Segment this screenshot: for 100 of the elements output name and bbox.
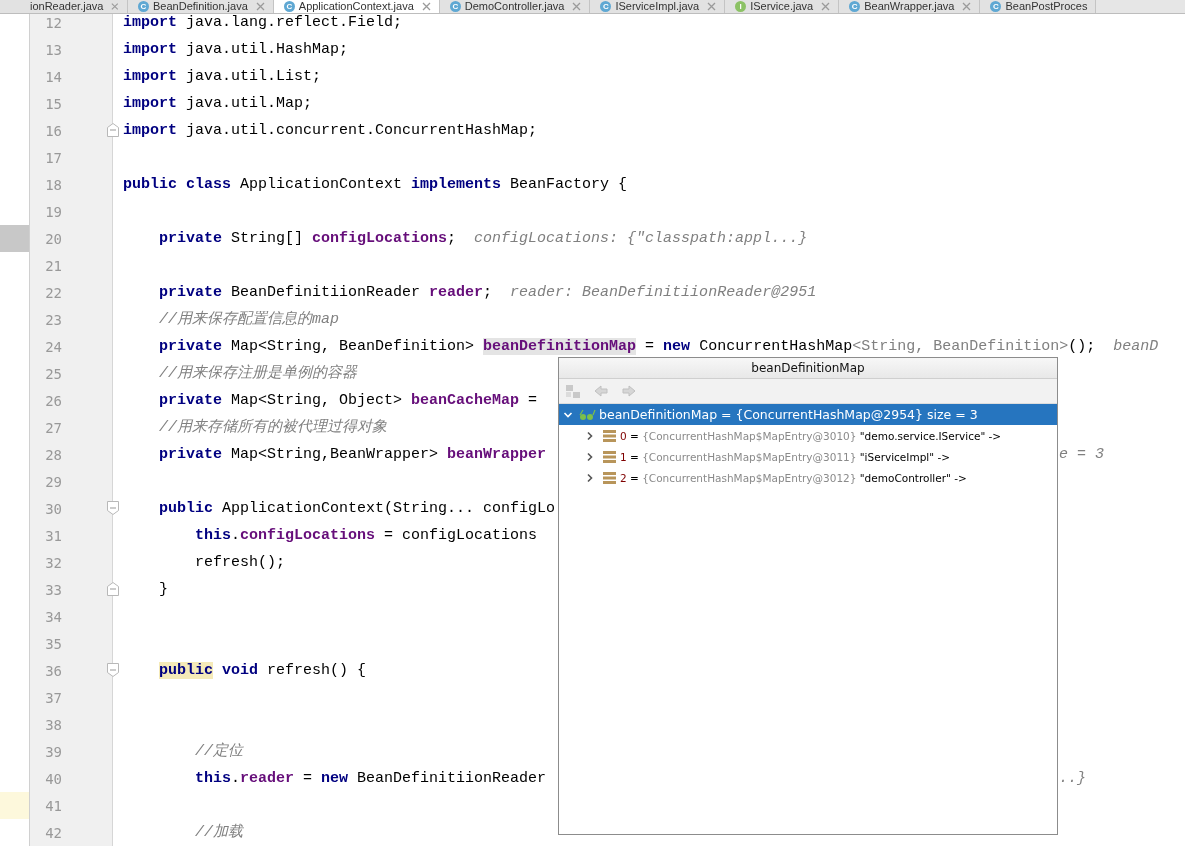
keyword: this (195, 526, 231, 544)
keyword: import (123, 40, 177, 58)
variable-text: 0 = {ConcurrentHashMap$MapEntry@3010} "demo.service.IService" -> (620, 429, 1002, 442)
code-comment: //定位 (195, 742, 243, 760)
line-number: 32 (44, 554, 62, 571)
close-icon[interactable] (707, 2, 717, 11)
line-number: 25 (44, 365, 62, 382)
close-icon[interactable] (255, 2, 265, 11)
line-number: 13 (44, 41, 62, 58)
code-text: java.util.List; (185, 67, 322, 85)
line-number: 39 (44, 743, 62, 760)
code-text: ; (447, 229, 457, 247)
tree-row[interactable]: beanDefinitionMap = {ConcurrentHashMap@2954} size = 3 (559, 404, 1057, 425)
keyword: private (159, 283, 222, 301)
keyword: import (123, 94, 177, 112)
watch-icon (579, 408, 597, 421)
field-name: reader (429, 283, 484, 301)
keyword: void (221, 661, 259, 679)
file-type-icon: C (600, 1, 612, 12)
close-icon[interactable] (821, 2, 831, 11)
type-arguments: <String, BeanDefinition> (852, 337, 1069, 355)
file-type-icon: C (138, 1, 149, 12)
tree-icon[interactable] (565, 383, 581, 399)
fold-icon[interactable] (107, 663, 119, 677)
tree-row[interactable]: 2 = {ConcurrentHashMap$MapEntry@3012} "demoController" -> (559, 467, 1057, 488)
editor-tab[interactable]: C BeanDefinition.java (128, 0, 274, 13)
line-number: 30 (44, 500, 62, 517)
forward-icon[interactable] (621, 383, 637, 399)
line-number: 19 (44, 203, 62, 220)
field-name: beanDefinitionMap (483, 337, 637, 355)
code-text: BeanDefinitiionReader (230, 283, 422, 301)
field-name: configLocations (312, 229, 448, 247)
variable-text: beanDefinitionMap = {ConcurrentHashMap@2954} size = 3 (599, 407, 978, 422)
editor-tab[interactable]: C DemoController.java (439, 0, 591, 13)
close-icon[interactable] (421, 2, 431, 11)
list-icon (603, 471, 616, 484)
keyword: import (123, 67, 177, 85)
file-type-icon: C (283, 1, 295, 12)
variable-text: 2 = {ConcurrentHashMap$MapEntry@3012} "demoController" -> (620, 471, 967, 484)
editor-tab[interactable]: I IService.java (725, 0, 840, 13)
keyword: public (159, 499, 213, 517)
code-text: Map<String, BeanDefinition> (230, 337, 476, 355)
keyword: import (123, 121, 177, 139)
code-comment: //加载 (195, 823, 243, 841)
editor-tab[interactable]: C ApplicationContext.java (273, 0, 440, 13)
code-text: String[] (230, 229, 305, 247)
code-text: java.util.Map; (185, 94, 313, 112)
line-number: 42 (44, 824, 62, 841)
code-text: = (644, 337, 656, 355)
line-number: 40 (44, 770, 62, 787)
code-text: = configLocations (383, 526, 538, 544)
code-text: refresh() { (266, 661, 367, 679)
line-number: 23 (44, 311, 62, 328)
close-icon[interactable] (572, 2, 582, 11)
line-number: 37 (44, 689, 62, 706)
keyword: implements (411, 175, 502, 193)
line-number: 12 (44, 14, 62, 31)
code-text: java.util.concurrent.ConcurrentHashMap; (185, 121, 538, 139)
editor-tab[interactable]: ionReader.java (0, 0, 128, 13)
editor-tab[interactable]: C IServiceImpl.java (590, 0, 726, 13)
fold-icon[interactable] (107, 501, 119, 515)
code-text: Map<String,BeanWrapper> (230, 445, 440, 463)
chevron-icon[interactable] (585, 430, 595, 441)
code-comment: //用来存储所有的被代理过得对象 (159, 418, 387, 436)
code-comment: //用来保存注册是单例的容器 (159, 364, 357, 382)
line-number: 20 (44, 230, 62, 247)
file-type-icon: C (849, 1, 861, 12)
code-text: . (231, 769, 241, 787)
line-number: 33 (44, 581, 62, 598)
tree-row[interactable]: 0 = {ConcurrentHashMap$MapEntry@3010} "demo.service.IService" -> (559, 425, 1057, 446)
keyword: public class (123, 175, 232, 193)
popup-title: beanDefinitionMap (751, 361, 865, 375)
keyword: private (159, 391, 222, 409)
editor-tab[interactable]: C BeanWrapper.java (839, 0, 981, 13)
code-text: BeanDefinitiionReader (356, 769, 547, 787)
file-type-icon: I (735, 1, 747, 12)
fold-icon[interactable] (107, 582, 119, 596)
line-number: 26 (44, 392, 62, 409)
line-number: 18 (44, 176, 62, 193)
line-number: 29 (44, 473, 62, 490)
chevron-icon[interactable] (585, 472, 595, 483)
fold-icon[interactable] (107, 123, 119, 137)
chevron-icon[interactable] (585, 451, 595, 462)
tree-row[interactable]: 1 = {ConcurrentHashMap$MapEntry@3011} "iServiceImpl" -> (559, 446, 1057, 467)
code-comment: //用来保存配置信息的map (159, 310, 339, 328)
editor-tab[interactable]: C BeanPostProces (980, 0, 1097, 13)
keyword: import (123, 13, 177, 31)
code-text: ApplicationContext (239, 175, 404, 193)
field-name: reader (240, 769, 295, 787)
close-icon[interactable] (962, 2, 972, 11)
list-icon (603, 429, 616, 442)
close-icon[interactable] (111, 2, 119, 11)
code-text: Map<String, Object> (230, 391, 404, 409)
file-type-icon: C (990, 1, 1002, 12)
back-icon[interactable] (593, 383, 609, 399)
code-text: java.util.HashMap; (185, 40, 349, 58)
inline-hint: e = 3 (1059, 445, 1104, 463)
code-text: . (231, 526, 241, 544)
inline-hint: beanD (1113, 337, 1159, 355)
code-text: = (302, 769, 314, 787)
